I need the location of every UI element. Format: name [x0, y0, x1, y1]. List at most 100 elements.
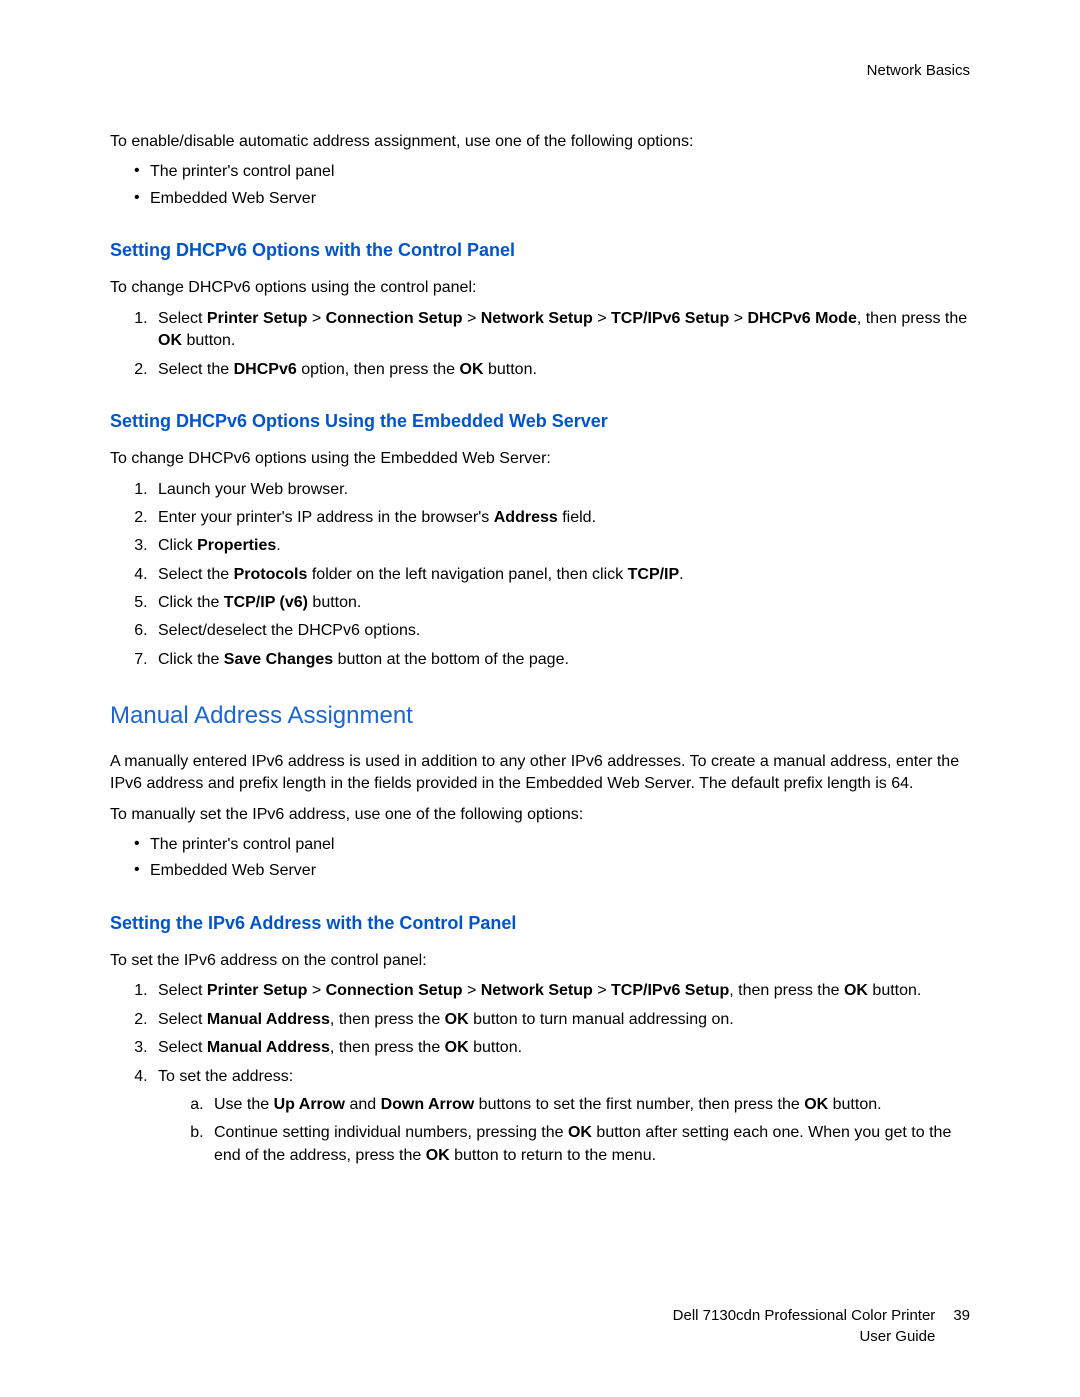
- list-item: Embedded Web Server: [134, 860, 970, 882]
- heading-dhcpv6-control-panel: Setting DHCPv6 Options with the Control …: [110, 238, 970, 263]
- path-item: Connection Setup: [326, 310, 463, 327]
- key-name: Up Arrow: [274, 1096, 345, 1113]
- text: Continue setting individual numbers, pre…: [214, 1124, 568, 1141]
- list-item: Click Properties.: [152, 535, 970, 557]
- text: Select: [158, 1039, 207, 1056]
- option-name: Properties: [197, 537, 276, 554]
- text: button.: [182, 332, 235, 349]
- section1-steps: Select Printer Setup > Connection Setup …: [110, 308, 970, 381]
- document-page: Network Basics To enable/disable automat…: [0, 0, 1080, 1397]
- option-name: Manual Address: [207, 1039, 330, 1056]
- key-name: OK: [460, 361, 484, 378]
- text: Click: [158, 537, 197, 554]
- list-item: Continue setting individual numbers, pre…: [208, 1122, 970, 1167]
- option-name: Protocols: [234, 566, 308, 583]
- path-item: Printer Setup: [207, 310, 307, 327]
- text: button.: [484, 361, 537, 378]
- text: To set the address:: [158, 1068, 293, 1085]
- option-name: TCP/IP: [628, 566, 680, 583]
- section4-lead: To set the IPv6 address on the control p…: [110, 950, 970, 972]
- text: Click the: [158, 594, 224, 611]
- path-item: DHCPv6 Mode: [747, 310, 856, 327]
- intro-lead: To enable/disable automatic address assi…: [110, 131, 970, 153]
- text: Select the: [158, 361, 234, 378]
- list-item: Use the Up Arrow and Down Arrow buttons …: [208, 1094, 970, 1116]
- list-item: Launch your Web browser.: [152, 479, 970, 501]
- key-name: OK: [804, 1096, 828, 1113]
- text: .: [679, 566, 683, 583]
- text: Use the: [214, 1096, 274, 1113]
- text: , then press the: [330, 1011, 445, 1028]
- text: , then press the: [729, 982, 844, 999]
- text: button to return to the menu.: [450, 1147, 656, 1164]
- key-name: OK: [158, 332, 182, 349]
- section4-substeps: Use the Up Arrow and Down Arrow buttons …: [158, 1094, 970, 1167]
- text: Enter your printer's IP address in the b…: [158, 509, 494, 526]
- heading-ipv6-control-panel: Setting the IPv6 Address with the Contro…: [110, 911, 970, 936]
- text: Click the: [158, 651, 224, 668]
- footer-product: Dell 7130cdn Professional Color Printer: [673, 1305, 936, 1326]
- text: button at the bottom of the page.: [333, 651, 569, 668]
- text: button to turn manual addressing on.: [469, 1011, 734, 1028]
- section1-lead: To change DHCPv6 options using the contr…: [110, 277, 970, 299]
- option-name: Manual Address: [207, 1011, 330, 1028]
- page-footer: Dell 7130cdn Professional Color Printer …: [673, 1305, 970, 1347]
- list-item: Embedded Web Server: [134, 188, 970, 210]
- path-item: Network Setup: [481, 310, 593, 327]
- text: Select: [158, 1011, 207, 1028]
- text: button.: [868, 982, 921, 999]
- text: and: [345, 1096, 381, 1113]
- key-name: OK: [426, 1147, 450, 1164]
- text: , then press the: [857, 310, 967, 327]
- text: , then press the: [330, 1039, 445, 1056]
- text: button.: [308, 594, 361, 611]
- path-item: Printer Setup: [207, 982, 307, 999]
- list-item: Click the TCP/IP (v6) button.: [152, 592, 970, 614]
- list-item: Select the Protocols folder on the left …: [152, 564, 970, 586]
- field-name: Address: [494, 509, 558, 526]
- option-name: TCP/IP (v6): [224, 594, 308, 611]
- chapter-header: Network Basics: [110, 60, 970, 81]
- list-item: Click the Save Changes button at the bot…: [152, 649, 970, 671]
- section2-lead: To change DHCPv6 options using the Embed…: [110, 448, 970, 470]
- section4-steps: Select Printer Setup > Connection Setup …: [110, 980, 970, 1167]
- text: Select: [158, 310, 207, 327]
- path-item: TCP/IPv6 Setup: [611, 982, 729, 999]
- option-name: DHCPv6: [234, 361, 297, 378]
- section2-steps: Launch your Web browser. Enter your prin…: [110, 479, 970, 672]
- path-item: Network Setup: [481, 982, 593, 999]
- key-name: OK: [445, 1039, 469, 1056]
- heading-dhcpv6-ews: Setting DHCPv6 Options Using the Embedde…: [110, 409, 970, 434]
- text: buttons to set the first number, then pr…: [474, 1096, 804, 1113]
- list-item: To set the address: Use the Up Arrow and…: [152, 1066, 970, 1168]
- text: Select the: [158, 566, 234, 583]
- path-item: Connection Setup: [326, 982, 463, 999]
- heading-manual-address: Manual Address Assignment: [110, 699, 970, 733]
- section3-para: A manually entered IPv6 address is used …: [110, 751, 970, 796]
- list-item: Select Printer Setup > Connection Setup …: [152, 308, 970, 353]
- key-name: OK: [844, 982, 868, 999]
- text: button.: [469, 1039, 522, 1056]
- footer-guide: User Guide: [673, 1326, 936, 1347]
- text: folder on the left navigation panel, the…: [307, 566, 627, 583]
- list-item: Select Manual Address, then press the OK…: [152, 1037, 970, 1059]
- option-name: Save Changes: [224, 651, 333, 668]
- text: .: [276, 537, 280, 554]
- text: field.: [558, 509, 596, 526]
- list-item: The printer's control panel: [134, 834, 970, 856]
- text: button.: [828, 1096, 881, 1113]
- path-item: TCP/IPv6 Setup: [611, 310, 729, 327]
- key-name: Down Arrow: [381, 1096, 475, 1113]
- key-name: OK: [445, 1011, 469, 1028]
- list-item: The printer's control panel: [134, 161, 970, 183]
- text: Select: [158, 982, 207, 999]
- list-item: Select Manual Address, then press the OK…: [152, 1009, 970, 1031]
- list-item: Enter your printer's IP address in the b…: [152, 507, 970, 529]
- list-item: Select Printer Setup > Connection Setup …: [152, 980, 970, 1002]
- intro-bullets: The printer's control panel Embedded Web…: [110, 161, 970, 210]
- section3-lead: To manually set the IPv6 address, use on…: [110, 804, 970, 826]
- text: option, then press the: [297, 361, 460, 378]
- key-name: OK: [568, 1124, 592, 1141]
- list-item: Select/deselect the DHCPv6 options.: [152, 620, 970, 642]
- section3-bullets: The printer's control panel Embedded Web…: [110, 834, 970, 883]
